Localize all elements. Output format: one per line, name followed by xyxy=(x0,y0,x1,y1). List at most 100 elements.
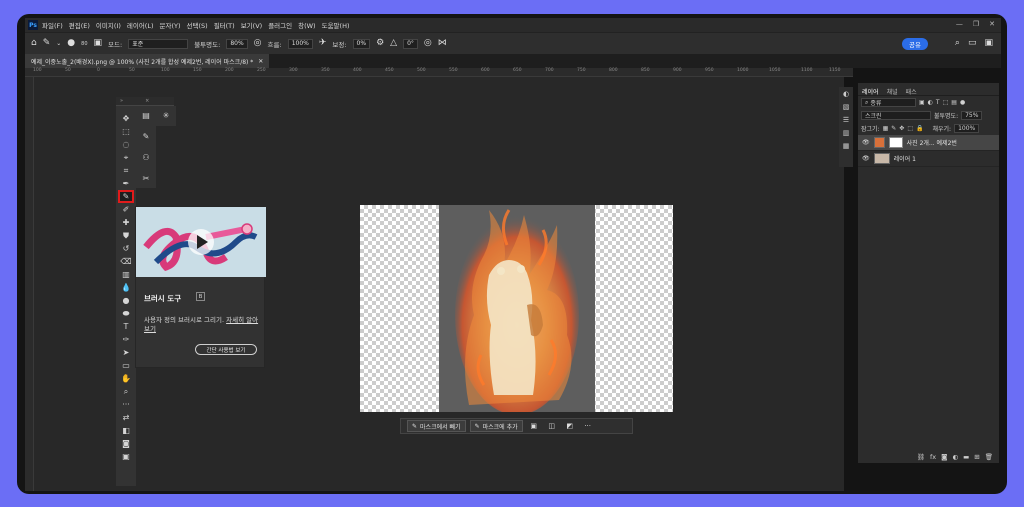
marquee-tool-icon[interactable]: ⬚ xyxy=(118,125,134,138)
brush-settings-icon[interactable]: ✎ xyxy=(138,130,154,143)
sparkle-icon[interactable]: ✳ xyxy=(158,110,174,123)
blend-mode-select[interactable]: 스크린 xyxy=(861,111,931,120)
flow-field[interactable]: 100% xyxy=(287,38,313,49)
chevron-down-icon[interactable]: ⌄ xyxy=(56,40,61,47)
healing-tool-icon[interactable]: ✚ xyxy=(118,216,134,229)
brush-preset-icon[interactable]: ✎ xyxy=(43,39,51,48)
dodge-tool-icon[interactable]: ● xyxy=(118,294,134,307)
menu-edit[interactable]: 편집(E) xyxy=(69,20,90,30)
swap-colors-icon[interactable]: ⇄ xyxy=(118,411,134,424)
visibility-eye-icon[interactable]: 👁 xyxy=(862,155,870,162)
people-icon[interactable]: ⚇ xyxy=(138,151,154,164)
layer-row[interactable]: 👁 사진 2개... 예제2번 xyxy=(858,135,999,151)
new-layer-icon[interactable]: ⊞ xyxy=(974,453,979,461)
color-panel-icon[interactable]: ◐ xyxy=(843,90,849,98)
lock-position-icon[interactable]: ✥ xyxy=(899,125,904,132)
menu-view[interactable]: 보기(V) xyxy=(241,20,262,30)
properties-panel-icon[interactable]: ☰ xyxy=(843,116,849,124)
screen-mode-icon[interactable]: ▣ xyxy=(118,450,134,463)
gradient-tool-icon[interactable]: ▥ xyxy=(118,268,134,281)
group-folder-icon[interactable]: ▬ xyxy=(963,453,969,461)
angle-field[interactable]: 0° xyxy=(403,38,418,49)
layer-row[interactable]: 👁 레이어 1 xyxy=(858,151,999,167)
filter-toggle-icon[interactable]: ● xyxy=(960,99,965,106)
angle-icon[interactable]: △ xyxy=(390,39,397,48)
filter-pixel-icon[interactable]: ▣ xyxy=(919,99,925,106)
layer-mask-thumbnail[interactable] xyxy=(888,137,903,148)
brush-tool-icon[interactable]: ✎ xyxy=(118,190,134,203)
eyedropper-tool-icon[interactable]: ✒ xyxy=(118,177,134,190)
tab-layers[interactable]: 레이어 xyxy=(862,87,879,96)
path-select-tool-icon[interactable]: ➤ xyxy=(118,346,134,359)
tab-paths[interactable]: 패스 xyxy=(906,87,917,96)
smoothing-settings-icon[interactable]: ⚙ xyxy=(376,39,384,48)
menu-help[interactable]: 도움말(H) xyxy=(322,20,350,30)
crop-tool-icon[interactable]: ⌗ xyxy=(118,164,134,177)
move-tool-icon[interactable]: ✥ xyxy=(118,112,134,125)
more-options-icon[interactable]: ··· xyxy=(581,420,595,432)
lock-artboard-icon[interactable]: ⬚ xyxy=(907,125,913,132)
pressure-size-icon[interactable]: ◎ xyxy=(424,39,432,48)
search-icon[interactable]: ⌕ xyxy=(955,38,960,48)
quick-select-tool-icon[interactable]: ⌖ xyxy=(118,151,134,164)
home-icon[interactable]: ⌂ xyxy=(31,39,37,48)
smoothing-field[interactable]: 0% xyxy=(352,38,371,49)
quick-tutorial-button[interactable]: 간단 사용법 보기 xyxy=(195,344,257,355)
zoom-tool-icon[interactable]: ⌕ xyxy=(118,385,134,398)
quick-mask-icon[interactable]: ◙ xyxy=(118,437,134,450)
menu-image[interactable]: 이미지(I) xyxy=(96,20,121,30)
menu-layer[interactable]: 레이어(L) xyxy=(127,20,154,30)
clone-stamp-tool-icon[interactable]: ⛊ xyxy=(118,229,134,242)
invert-mask-icon[interactable]: ◫ xyxy=(545,420,559,432)
close-icon[interactable]: ✕ xyxy=(989,20,995,28)
more-tools-icon[interactable]: ··· xyxy=(118,398,134,411)
visibility-eye-icon[interactable]: 👁 xyxy=(862,139,870,146)
type-tool-icon[interactable]: T xyxy=(118,320,134,333)
lock-paint-icon[interactable]: ✎ xyxy=(891,125,896,132)
lock-all-icon[interactable]: 🔒 xyxy=(916,125,923,132)
close-icon[interactable]: × xyxy=(145,98,149,104)
subtract-from-mask-button[interactable]: ✎ 마스크에서 빼기 xyxy=(407,420,466,432)
menu-select[interactable]: 선택(S) xyxy=(187,20,208,30)
add-to-mask-button[interactable]: ✎ 마스크에 추가 xyxy=(469,420,523,432)
document-tab[interactable]: 예제_이중노출_2(배경X).png @ 100% (사진 2개를 합성 예제2… xyxy=(25,54,270,68)
scissors-icon[interactable]: ✂ xyxy=(138,172,154,185)
close-tab-icon[interactable]: ✕ xyxy=(258,58,263,65)
pencil-tool-icon[interactable]: ✐ xyxy=(118,203,134,216)
tooltip-video[interactable] xyxy=(136,207,266,277)
brush-tip-icon[interactable]: ● xyxy=(67,39,75,48)
lock-pixels-icon[interactable]: ▦ xyxy=(883,125,889,132)
delete-icon[interactable]: 🗑 xyxy=(985,453,993,461)
rectangle-tool-icon[interactable]: ▭ xyxy=(118,359,134,372)
layer-opacity-field[interactable]: 75% xyxy=(961,111,983,120)
document-canvas[interactable] xyxy=(360,205,673,412)
link-icon[interactable]: ⛓ xyxy=(917,453,925,461)
adjustment-layer-icon[interactable]: ◐ xyxy=(952,453,958,461)
filter-type-icon[interactable]: T xyxy=(936,99,940,106)
tab-channels[interactable]: 채널 xyxy=(887,87,898,96)
filter-adjust-icon[interactable]: ◐ xyxy=(928,99,933,106)
brush-settings-icon[interactable]: ▣ xyxy=(94,39,103,48)
blur-tool-icon[interactable]: 💧 xyxy=(118,281,134,294)
symmetry-icon[interactable]: ⋈ xyxy=(438,39,447,48)
workspace-icon[interactable]: ▭ xyxy=(968,38,977,48)
menu-type[interactable]: 문자(Y) xyxy=(160,20,181,30)
mode-select[interactable]: 표준 xyxy=(128,38,189,49)
eraser-tool-icon[interactable]: ⌫ xyxy=(118,255,134,268)
menu-file[interactable]: 파일(F) xyxy=(42,20,63,30)
history-brush-tool-icon[interactable]: ↺ xyxy=(118,242,134,255)
menu-filter[interactable]: 필터(T) xyxy=(214,20,235,30)
pressure-opacity-icon[interactable]: ◎ xyxy=(254,39,262,48)
filter-shape-icon[interactable]: ⬚ xyxy=(943,99,949,106)
airbrush-icon[interactable]: ✈ xyxy=(319,39,327,48)
libraries-panel-icon[interactable]: ▥ xyxy=(843,129,850,137)
filter-smart-icon[interactable]: ▤ xyxy=(951,99,957,106)
minimize-icon[interactable]: — xyxy=(956,20,963,28)
pen-tool-icon[interactable]: ✑ xyxy=(118,333,134,346)
panel-icon[interactable]: ▣ xyxy=(984,38,993,48)
properties-icon[interactable]: ▤ xyxy=(138,109,154,122)
collapse-icon[interactable]: » xyxy=(120,98,123,104)
swatches-panel-icon[interactable]: ▦ xyxy=(843,142,850,150)
sponge-tool-icon[interactable]: ⬬ xyxy=(118,307,134,320)
menu-window[interactable]: 창(W) xyxy=(298,20,315,30)
